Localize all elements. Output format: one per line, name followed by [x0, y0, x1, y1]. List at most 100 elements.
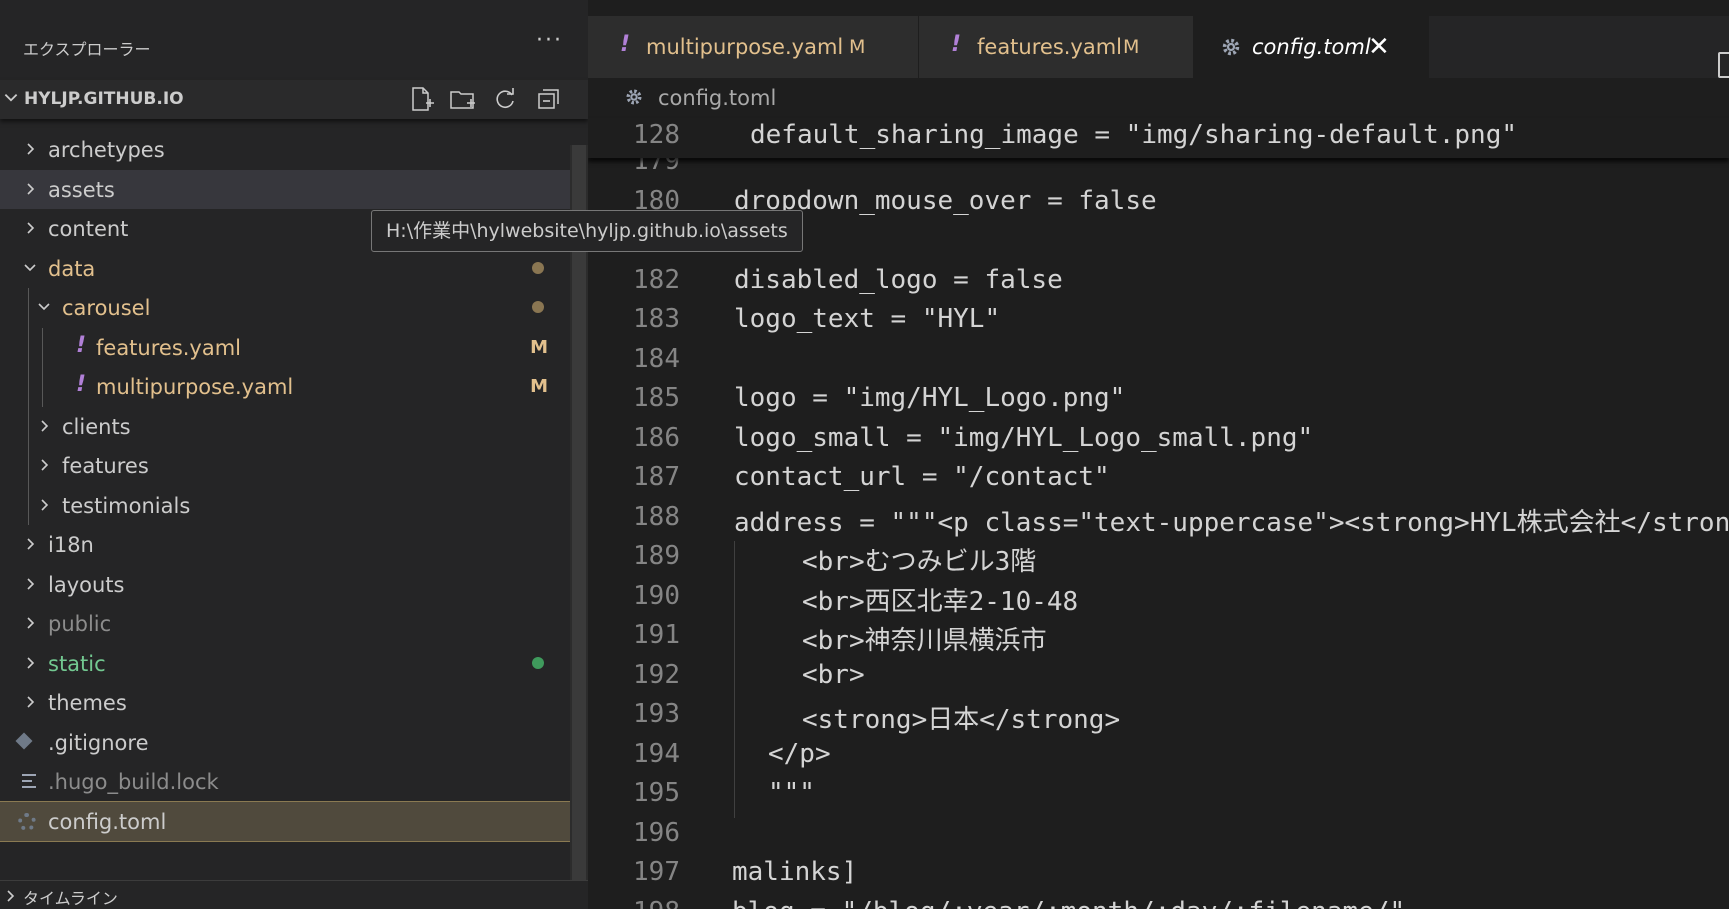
line-number: 193 — [633, 699, 680, 729]
line-number: 188 — [633, 501, 680, 532]
line-number: 194 — [633, 738, 680, 769]
line-number: 186 — [633, 422, 680, 453]
chevron-right-icon[interactable] — [22, 615, 38, 631]
tree-item-label: carousel — [62, 296, 151, 320]
modified-dot-icon — [532, 261, 544, 274]
line-number: 189 — [633, 541, 680, 571]
tree-item-label: public — [48, 612, 112, 636]
chevron-right-icon[interactable] — [36, 457, 52, 473]
code-editor[interactable]: 128 default_sharing_image = "img/sharing… — [588, 0, 1729, 909]
code-line: logo = "img/HYL_Logo.png" — [734, 383, 1126, 413]
git-icon — [15, 732, 33, 749]
tree-item-label: clients — [62, 414, 131, 439]
line-number: 183 — [633, 304, 680, 334]
chevron-right-icon[interactable] — [22, 536, 38, 552]
lines-icon — [22, 774, 36, 788]
line-number: 195 — [633, 778, 680, 808]
yaml-excl-icon: ! — [76, 372, 87, 397]
code-line: disabled_logo = false — [734, 264, 1063, 295]
line-number: 182 — [633, 264, 680, 295]
tree-item-label: static — [48, 651, 106, 676]
tree-folder-row[interactable]: clients — [0, 407, 570, 446]
tree-item-label: .hugo_build.lock — [48, 770, 219, 794]
code-line: <br>西区北幸2-10-48 — [802, 586, 1079, 617]
chevron-right-icon — [7, 890, 15, 902]
code-line: contact_url = "/contact" — [734, 462, 1110, 492]
chevron-right-icon[interactable] — [22, 655, 38, 671]
workspace-root-header[interactable]: HYLJP.GITHUB.IO — [0, 80, 588, 119]
code-line: <br> — [802, 659, 865, 690]
tree-folder-row[interactable]: features — [0, 446, 570, 485]
chevron-right-icon[interactable] — [22, 181, 38, 197]
chevron-right-icon[interactable] — [22, 576, 38, 592]
tree-folder-row[interactable]: public — [0, 604, 570, 643]
modified-badge: M — [530, 376, 548, 397]
code-line: </p> — [768, 738, 831, 769]
chevron-down-icon[interactable] — [36, 299, 52, 315]
line-number: 187 — [633, 462, 680, 492]
tree-folder-row[interactable]: testimonials — [0, 486, 570, 525]
tree-file-row[interactable]: config.toml — [0, 800, 588, 842]
tree-file-row[interactable]: ! multipurpose.yaml M — [0, 367, 570, 406]
code-line: logo_small = "img/HYL_Logo_small.png" — [734, 422, 1314, 453]
tree-folder-row[interactable]: carousel — [0, 288, 570, 327]
path-tooltip: H:\作業中\hylwebsite\hyljp.github.io\assets — [371, 210, 803, 252]
code-line: logo_text = "HYL" — [734, 304, 1001, 334]
timeline-section-header[interactable]: タイムライン — [0, 880, 588, 909]
tree-item-label: features — [62, 454, 149, 478]
line-number: 190 — [633, 580, 680, 611]
more-actions-icon[interactable]: ··· — [536, 28, 563, 53]
timeline-title: タイムライン — [23, 889, 118, 908]
modified-badge: M — [530, 336, 548, 358]
tree-item-label: archetypes — [48, 138, 165, 162]
chevron-down-icon[interactable] — [22, 260, 38, 276]
tree-file-row[interactable]: .hugo_build.lock — [0, 762, 570, 801]
tree-item-label: testimonials — [62, 493, 191, 518]
chevron-right-icon[interactable] — [36, 418, 52, 434]
tree-folder-row[interactable]: layouts — [0, 565, 570, 604]
new-folder-icon[interactable] — [448, 84, 478, 114]
tree-item-label: themes — [48, 691, 127, 715]
tree-file-row[interactable]: ! features.yaml M — [0, 328, 570, 367]
workspace-root-title: HYLJP.GITHUB.IO — [24, 89, 184, 109]
indent-guide — [42, 327, 43, 407]
collapse-all-icon[interactable] — [534, 84, 564, 114]
line-number: 184 — [633, 343, 680, 374]
tree-item-label: assets — [48, 177, 115, 202]
untracked-dot-icon — [532, 656, 544, 669]
chevron-right-icon[interactable] — [22, 694, 38, 710]
line-number: 128 — [633, 120, 680, 150]
explorer-title: エクスプローラー — [23, 40, 151, 59]
code-line: <strong>日本</strong> — [802, 705, 1121, 735]
line-number: 192 — [633, 659, 680, 690]
chevron-right-icon[interactable] — [22, 220, 38, 236]
tree-folder-row[interactable]: i18n — [0, 525, 570, 564]
tree-folder-row[interactable]: static — [0, 644, 570, 683]
indent-guide — [734, 541, 735, 818]
line-number: 198 — [630, 897, 680, 909]
tree-item-label: multipurpose.yaml — [96, 375, 294, 399]
line-number: 196 — [633, 817, 680, 848]
yaml-excl-icon: ! — [76, 332, 87, 358]
chevron-right-icon[interactable] — [36, 497, 52, 513]
tree-folder-row[interactable]: assets — [0, 169, 570, 209]
tree-item-label: .gitignore — [48, 730, 149, 755]
chevron-down-icon[interactable] — [2, 89, 20, 107]
explorer-sidebar: エクスプローラー ··· HYLJP.GITHUB.IO archetypes a… — [0, 0, 588, 909]
editor-area: ! multipurpose.yaml M ! features.yaml M … — [588, 0, 1729, 909]
explorer-scrollbar-thumb[interactable] — [572, 145, 586, 880]
tree-folder-row[interactable]: archetypes — [0, 130, 570, 169]
sticky-scroll-line[interactable]: 128 default_sharing_image = "img/sharing… — [588, 118, 1729, 158]
tree-folder-row[interactable]: data — [0, 249, 570, 288]
modified-dot-icon — [532, 301, 544, 313]
line-number: 191 — [633, 620, 680, 650]
tree-item-label: i18n — [48, 533, 94, 557]
chevron-right-icon[interactable] — [22, 141, 38, 157]
line-number: 197 — [633, 857, 680, 887]
refresh-icon[interactable] — [490, 84, 520, 114]
code-line: malinks] — [732, 857, 858, 887]
code-line: <br>むつみビル3階 — [802, 547, 1037, 577]
tree-file-row[interactable]: .gitignore — [0, 723, 570, 762]
tree-folder-row[interactable]: themes — [0, 683, 570, 722]
new-file-icon[interactable] — [406, 84, 436, 114]
